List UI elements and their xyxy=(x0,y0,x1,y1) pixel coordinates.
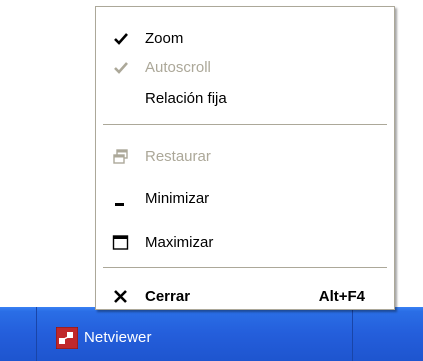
close-shortcut: Alt+F4 xyxy=(318,288,365,305)
menu-item-label: Maximizar xyxy=(145,234,214,251)
checkmark-icon xyxy=(114,33,128,45)
menu-item-minimize[interactable]: Minimizar xyxy=(97,185,393,213)
menu-item-autoscroll[interactable]: Autoscroll xyxy=(97,54,393,82)
menu-item-restore[interactable]: Restaurar xyxy=(97,143,393,171)
menu-item-maximize[interactable]: Maximizar xyxy=(97,229,393,257)
restore-icon xyxy=(113,149,128,164)
menu-item-label: Restaurar xyxy=(145,148,211,165)
minimize-icon xyxy=(115,203,124,206)
menu-item-label: Cerrar xyxy=(145,288,191,305)
maximize-icon xyxy=(112,235,129,250)
menu-item-label: Zoom xyxy=(145,30,184,47)
netviewer-app-icon xyxy=(56,327,78,349)
close-icon xyxy=(114,290,127,303)
taskbar-app-label: Netviewer xyxy=(84,329,152,346)
checkmark-icon xyxy=(114,62,128,74)
taskbar-button-netviewer[interactable]: Netviewer xyxy=(48,323,348,361)
menu-item-fixed-ratio[interactable]: Relación fija xyxy=(97,85,393,113)
taskbar: Netviewer xyxy=(0,307,423,361)
taskbar-divider xyxy=(36,307,37,361)
menu-item-zoom[interactable]: Zoom xyxy=(97,25,393,53)
taskbar-divider xyxy=(352,307,353,361)
menu-item-label: Minimizar xyxy=(145,190,210,207)
menu-item-label: Autoscroll xyxy=(145,59,211,76)
menu-item-close[interactable]: Cerrar Alt+F4 xyxy=(97,283,393,311)
menu-separator xyxy=(103,267,387,268)
menu-item-label: Relación fija xyxy=(145,90,227,107)
screenshot-stage: Netviewer Zoom Autoscroll Relación fija xyxy=(0,0,423,361)
system-context-menu: Zoom Autoscroll Relación fija Restaurar xyxy=(95,6,395,310)
menu-separator xyxy=(103,124,387,125)
